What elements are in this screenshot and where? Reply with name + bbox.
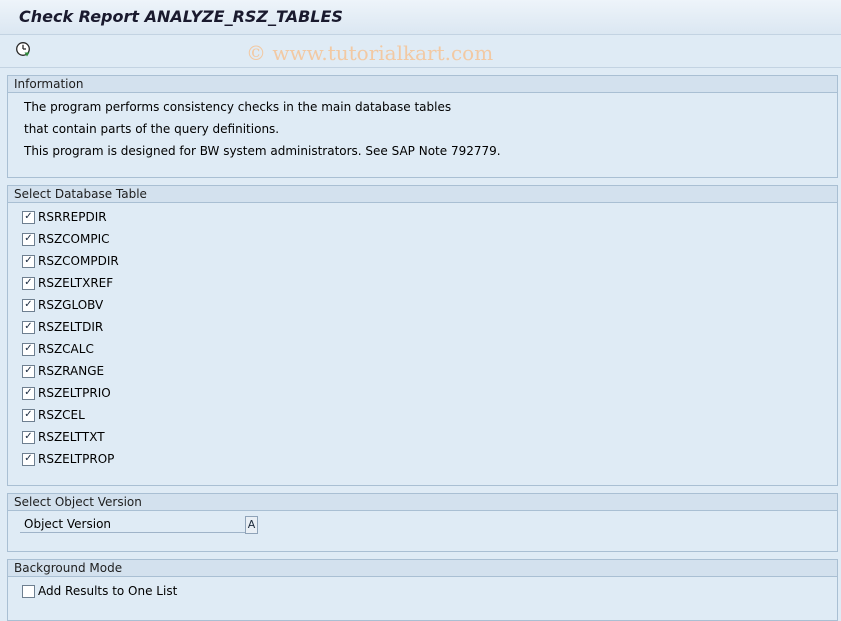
object-version-header: Select Object Version xyxy=(8,494,837,511)
select-table-header: Select Database Table xyxy=(8,186,837,203)
table-option-row[interactable]: ✓ RSZCEL xyxy=(22,406,85,424)
table-checkbox[interactable]: ✓ xyxy=(22,298,35,312)
table-checkbox[interactable]: ✓ xyxy=(22,430,35,444)
table-option-row[interactable]: ✓ RSZCOMPDIR xyxy=(22,252,119,270)
table-checkbox[interactable]: ✓ xyxy=(22,320,35,334)
table-checkbox[interactable]: ✓ xyxy=(22,210,35,224)
table-option-label: RSZELTXREF xyxy=(38,276,114,290)
table-option-label: RSZCALC xyxy=(38,342,94,356)
table-checkbox[interactable]: ✓ xyxy=(22,232,35,246)
background-mode-group: Background Mode Add Results to One List xyxy=(7,559,838,621)
table-option-label: RSRREPDIR xyxy=(38,210,107,224)
table-option-row[interactable]: ✓ RSZCOMPIC xyxy=(22,230,110,248)
add-results-checkbox[interactable] xyxy=(22,584,35,598)
watermark-text: © www.tutorialkart.com xyxy=(246,41,494,65)
execute-button[interactable] xyxy=(12,39,34,59)
table-option-row[interactable]: ✓ RSRREPDIR xyxy=(22,208,107,226)
table-checkbox[interactable]: ✓ xyxy=(22,254,35,268)
object-version-field[interactable]: A xyxy=(245,516,258,534)
table-option-row[interactable]: ✓ RSZCALC xyxy=(22,340,94,358)
table-option-label: RSZCEL xyxy=(38,408,85,422)
table-checkbox[interactable]: ✓ xyxy=(22,342,35,356)
table-option-row[interactable]: ✓ RSZELTPROP xyxy=(22,450,114,468)
table-option-label: RSZELTDIR xyxy=(38,320,104,334)
page-title: Check Report ANALYZE_RSZ_TABLES xyxy=(19,7,343,26)
information-header: Information xyxy=(8,76,837,93)
table-option-row[interactable]: ✓ RSZELTXREF xyxy=(22,274,113,292)
table-option-label: RSZGLOBV xyxy=(38,298,104,312)
select-table-group: Select Database Table ✓ RSRREPDIR ✓ RSZC… xyxy=(7,185,838,486)
application-toolbar: © www.tutorialkart.com xyxy=(0,35,841,68)
table-option-row[interactable]: ✓ RSZELTTXT xyxy=(22,428,105,446)
table-option-row[interactable]: ✓ RSZELTPRIO xyxy=(22,384,111,402)
information-line: that contain parts of the query definiti… xyxy=(24,122,280,136)
clock-execute-icon xyxy=(16,42,30,57)
table-option-label: RSZCOMPIC xyxy=(38,232,110,246)
object-version-label: Object Version xyxy=(20,516,247,533)
table-option-label: RSZELTPROP xyxy=(38,452,115,466)
add-results-label: Add Results to One List xyxy=(38,584,178,598)
table-option-row[interactable]: ✓ RSZRANGE xyxy=(22,362,104,380)
table-checkbox[interactable]: ✓ xyxy=(22,452,35,466)
add-results-row[interactable]: Add Results to One List xyxy=(22,582,177,600)
table-option-label: RSZELTTXT xyxy=(38,430,105,444)
table-checkbox[interactable]: ✓ xyxy=(22,276,35,290)
object-version-group: Select Object Version Object Version A xyxy=(7,493,838,552)
information-line: This program is designed for BW system a… xyxy=(24,144,501,158)
table-option-row[interactable]: ✓ RSZGLOBV xyxy=(22,296,103,314)
table-checkbox[interactable]: ✓ xyxy=(22,386,35,400)
table-checkbox[interactable]: ✓ xyxy=(22,364,35,378)
background-mode-header: Background Mode xyxy=(8,560,837,577)
table-option-label: RSZCOMPDIR xyxy=(38,254,119,268)
title-bar: Check Report ANALYZE_RSZ_TABLES xyxy=(0,0,841,35)
table-option-row[interactable]: ✓ RSZELTDIR xyxy=(22,318,103,336)
information-line: The program performs consistency checks … xyxy=(24,100,452,114)
table-option-label: RSZELTPRIO xyxy=(38,386,111,400)
table-checkbox[interactable]: ✓ xyxy=(22,408,35,422)
table-option-label: RSZRANGE xyxy=(38,364,105,378)
information-group: Information The program performs consist… xyxy=(7,75,838,178)
